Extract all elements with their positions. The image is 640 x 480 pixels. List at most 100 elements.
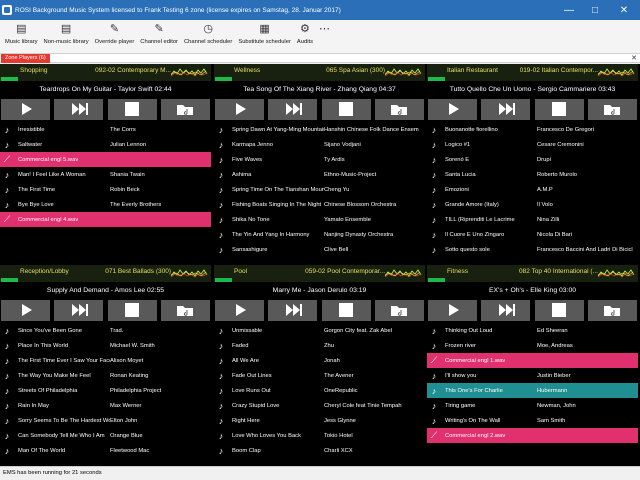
zone-name[interactable]: Reception/Lobby (20, 268, 69, 275)
track-row[interactable]: ♪ Fade Out Lines The Avener (214, 368, 425, 383)
stop-button[interactable] (107, 300, 157, 321)
track-row[interactable]: ♪ Tiring game Newman, John (427, 398, 638, 413)
zone-playlist[interactable]: 092-02 Contemporary M... (95, 67, 171, 74)
track-row[interactable]: ♪ Emozioni A.M.P (427, 182, 638, 197)
track-row[interactable]: ♪ Unmissable Gorgon City feat. Zak Abel (214, 323, 425, 338)
track-row[interactable]: ♪ Crazy Stupid Love Cheryl Cole feat Tinie… (214, 398, 425, 413)
skip-button[interactable] (54, 99, 104, 120)
track-row[interactable]: ♪ Boom Clap Charli XCX (214, 443, 425, 458)
play-button[interactable] (1, 99, 50, 120)
skip-button[interactable] (268, 300, 318, 321)
track-row[interactable]: ♪ Man Of The World Fleetwood Mac (0, 443, 211, 458)
stop-button[interactable] (321, 300, 371, 321)
track-row[interactable]: ♪ Grande Amore (Italy) Il Volo (427, 197, 638, 212)
toolbar-button-2[interactable]: ✎ Override player (92, 22, 138, 45)
track-row[interactable]: ♪ The First Time Ever I Saw Your Face Alis… (0, 353, 211, 368)
play-button[interactable] (1, 300, 50, 321)
track-row[interactable]: ♪ Karmapa Jenno Sijano Vodjani (214, 137, 425, 152)
close-icon[interactable]: ✕ (608, 0, 640, 20)
track-row[interactable]: ♪ Place In This World Michael W. Smith (0, 338, 211, 353)
zone-name[interactable]: Shopping (20, 67, 47, 74)
track-row[interactable]: ♪ Sorenó E Drupi (427, 152, 638, 167)
zone-playlist[interactable]: 059-02 Pool Contemporar... (305, 268, 385, 275)
track-row[interactable]: ♪ TILL (Riprenditi Le Lacrime Nina Zilli (427, 212, 638, 227)
play-button[interactable] (215, 99, 264, 120)
track-row[interactable]: ♪ Man! I Feel Like A Woman Shania Twain (0, 167, 211, 182)
zone-playlist[interactable]: 019-02 Italian Contempor... (520, 67, 598, 74)
maximize-icon[interactable]: □ (582, 0, 608, 20)
toolbar-button-4[interactable]: ◷ Channel scheduler (181, 22, 235, 45)
track-row[interactable]: ♪ I'll show you Justin Bieber (427, 368, 638, 383)
zone-playlist[interactable]: 071 Best Ballads (300) (105, 268, 171, 275)
track-row[interactable]: ⟋ Commercial engl 2.wav (427, 428, 638, 443)
track-row[interactable]: ♪ The Way You Make Me Feel Ronan Keating (0, 368, 211, 383)
track-row[interactable]: ♪ Sansashigure Clive Bell (214, 242, 425, 257)
toolbar-button-3[interactable]: ✎ Channel editor (137, 22, 181, 45)
zone-name[interactable]: Italian Restaurant (447, 67, 498, 74)
zone-playlist[interactable]: 082 Top 40 International (... (519, 268, 598, 275)
track-row[interactable]: ⟋ Commercial engl 1.wav (427, 353, 638, 368)
toolbar-button-5[interactable]: ▦ Substitute scheduler (235, 22, 294, 45)
skip-button[interactable] (481, 99, 531, 120)
track-row[interactable]: ♪ Spring Dawn At Yang-Ming Mountain Hanshi… (214, 122, 425, 137)
playlist-button[interactable] (160, 300, 210, 321)
track-row[interactable]: ♪ Since You've Been Gone Trad. (0, 323, 211, 338)
track-row[interactable]: ♪ Rain In May Max Werner (0, 398, 211, 413)
track-row[interactable]: ♪ Love Who Loves You Back Tokio Hotel (214, 428, 425, 443)
track-row[interactable]: ♪ The Yin And Yang In Harmony Nanjing Dyna… (214, 227, 425, 242)
track-row[interactable]: ♪ Sotto questo sole Francesco Baccini And … (427, 242, 638, 257)
track-row[interactable]: ♪ Frozen river Moe, Andreas (427, 338, 638, 353)
track-row[interactable]: ♪ Love Runs Out OneRepublic (214, 383, 425, 398)
close-tab-icon[interactable]: ✕ (631, 54, 637, 63)
track-row[interactable]: ♪ Il Cuore E Uno Zingaro Nicola Di Bari (427, 227, 638, 242)
toolbar-button-1[interactable]: ▤ Non-music library (41, 22, 92, 45)
stop-button[interactable] (534, 300, 584, 321)
play-button[interactable] (428, 300, 477, 321)
zone-playlist[interactable]: 065 Spa Asian (300) (326, 67, 385, 74)
track-row[interactable]: ♪ Irresistible The Corrs (0, 122, 211, 137)
playlist-button[interactable] (587, 300, 637, 321)
track-row[interactable]: ♪ Five Waves Ty Ardis (214, 152, 425, 167)
track-row[interactable]: ♪ Shika No Tone Yamato Ensemble (214, 212, 425, 227)
track-row[interactable]: ♪ Faded Zhu (214, 338, 425, 353)
skip-button[interactable] (54, 300, 104, 321)
stop-button[interactable] (534, 99, 584, 120)
track-row[interactable]: ♪ Ashima Ethno-Music-Project (214, 167, 425, 182)
track-row[interactable]: ♪ Logico #1 Cesare Cremonini (427, 137, 638, 152)
track-row[interactable]: ♪ Fishing Boats Singing In The Night Chine… (214, 197, 425, 212)
stop-button[interactable] (321, 99, 371, 120)
track-row[interactable]: ⟋ Commercial engl 4.wav (0, 212, 211, 227)
track-row[interactable]: ♪ This One's For Charlie Hubermann (427, 383, 638, 398)
track-row[interactable]: ♪ Saltwater Julian Lennon (0, 137, 211, 152)
track-row[interactable]: ⟋ Commercial engl 5.wav (0, 152, 211, 167)
track-row[interactable]: ♪ Bye Bye Love The Everly Brothers (0, 197, 211, 212)
playlist-button[interactable] (160, 99, 210, 120)
track-row[interactable]: ♪ Thinking Out Loud Ed Sheeran (427, 323, 638, 338)
track-row[interactable]: ♪ Right Here Jess Glynne (214, 413, 425, 428)
skip-button[interactable] (268, 99, 318, 120)
play-button[interactable] (428, 99, 477, 120)
toolbar-button-6[interactable]: ⚙ Audits (294, 22, 316, 45)
track-row[interactable]: ♪ Sorry Seems To Be The Hardest Word Elton… (0, 413, 211, 428)
track-row[interactable]: ♪ The First Time Robin Beck (0, 182, 211, 197)
playlist-button[interactable] (374, 99, 424, 120)
zone-name[interactable]: Fitness (447, 268, 468, 275)
track-row[interactable]: ♪ Writing's On The Wall Sam Smith (427, 413, 638, 428)
tab-zone-players[interactable]: Zone Players (6) (1, 54, 50, 63)
more-options-button[interactable]: ⋯ (316, 22, 333, 36)
zone-name[interactable]: Pool (234, 268, 247, 275)
track-row[interactable]: ♪ Streets Of Philadelphia Philadelphia Pro… (0, 383, 211, 398)
playlist-button[interactable] (374, 300, 424, 321)
playlist-button[interactable] (587, 99, 637, 120)
track-row[interactable]: ♪ All We Are Jonah (214, 353, 425, 368)
toolbar-button-0[interactable]: ▤ Music library (2, 22, 41, 45)
zone-name[interactable]: Wellness (234, 67, 260, 74)
track-row[interactable]: ♪ Can Somebody Tell Me Who I Am Orange Blu… (0, 428, 211, 443)
track-row[interactable]: ♪ Santa Lucia Roberto Murolo (427, 167, 638, 182)
minimize-icon[interactable]: — (556, 0, 582, 20)
skip-button[interactable] (481, 300, 531, 321)
track-row[interactable]: ♪ Buonanotte fiorellino Francesco De Grego… (427, 122, 638, 137)
stop-button[interactable] (107, 99, 157, 120)
track-row[interactable]: ♪ Spring Time On The Tianshan Mount... Che… (214, 182, 425, 197)
play-button[interactable] (215, 300, 264, 321)
